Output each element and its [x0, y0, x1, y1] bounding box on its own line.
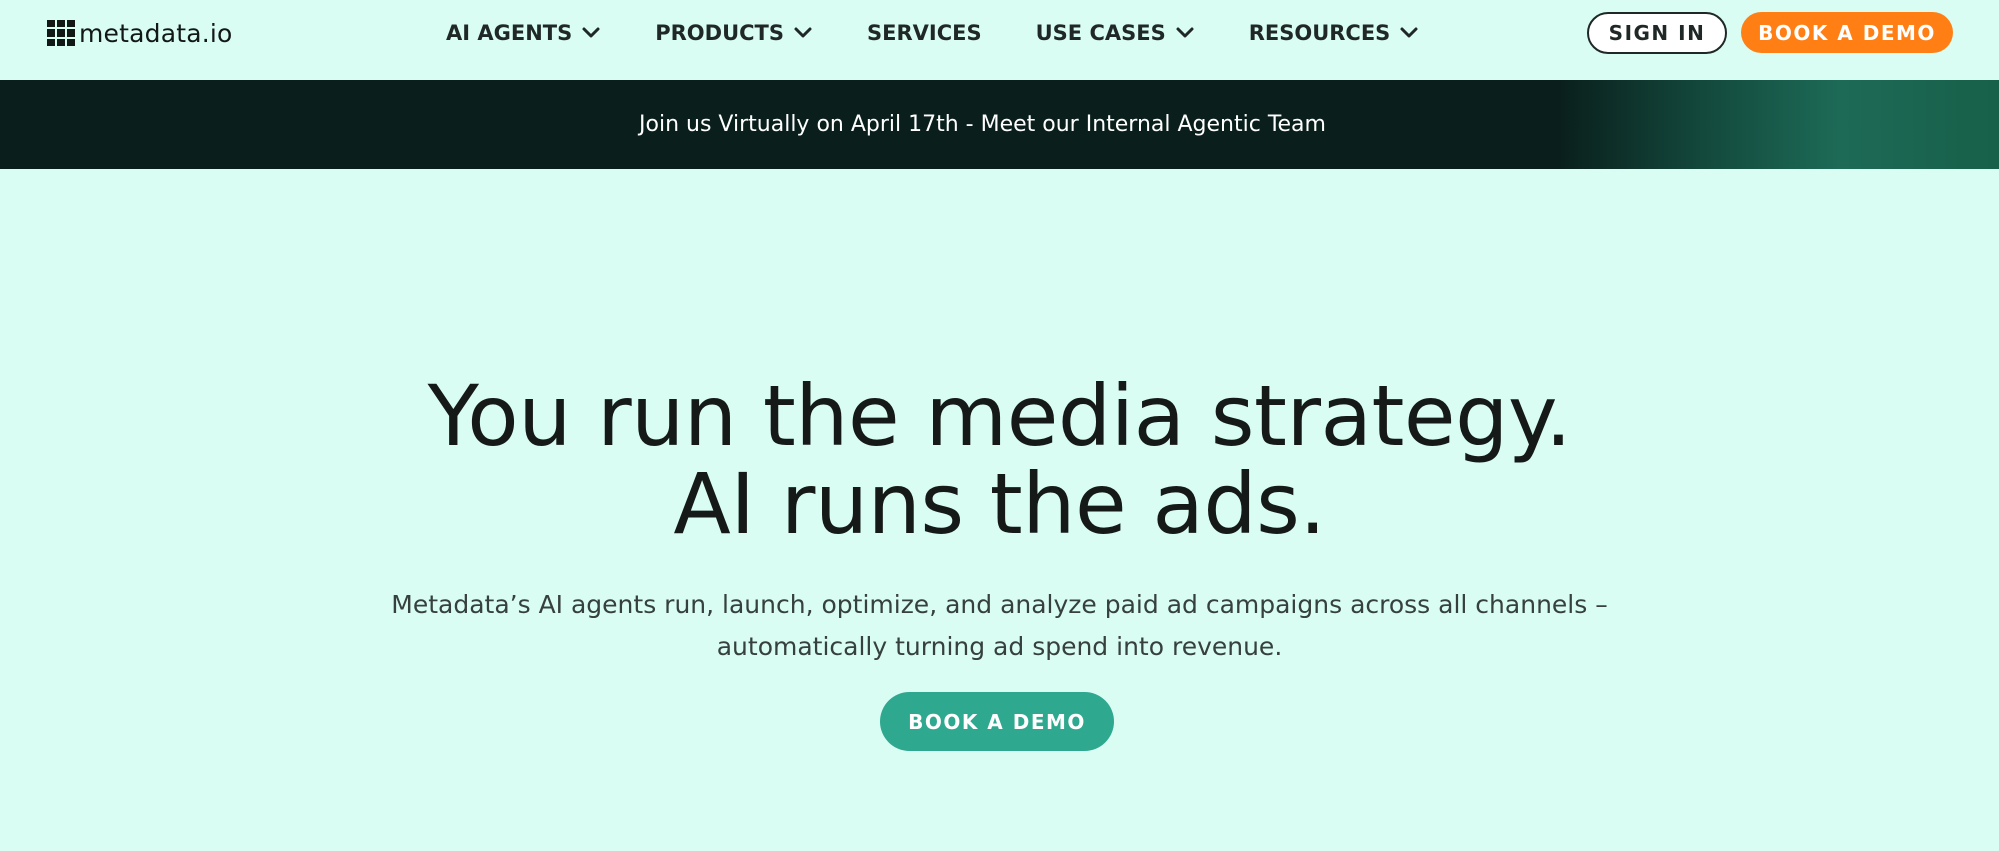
hero-subtitle-line: Metadata’s AI agents run, launch, optimi… — [391, 590, 1608, 619]
hero-title-line: You run the media strategy. — [427, 367, 1572, 465]
hero-subtitle-line: automatically turning ad spend into reve… — [716, 632, 1283, 661]
logo-grid-icon — [47, 19, 75, 47]
nav-item-resources[interactable]: RESOURCES — [1249, 21, 1420, 45]
logo[interactable]: metadata.io — [47, 18, 233, 48]
chevron-down-icon — [581, 26, 601, 40]
chevron-down-icon — [1399, 26, 1419, 40]
sign-in-button[interactable]: SIGN IN — [1587, 12, 1727, 54]
hero-title-line: AI runs the ads. — [673, 455, 1326, 553]
hero-book-demo-button[interactable]: BOOK A DEMO — [880, 692, 1114, 751]
nav-item-label: AI AGENTS — [446, 21, 573, 45]
site-header: metadata.io AI AGENTS PRODUCTS SERVICES … — [0, 0, 1999, 80]
nav-item-services[interactable]: SERVICES — [867, 21, 982, 45]
main-nav: AI AGENTS PRODUCTS SERVICES USE CASES RE… — [446, 18, 1419, 48]
book-demo-button[interactable]: BOOK A DEMO — [1741, 12, 1953, 53]
nav-item-label: PRODUCTS — [655, 21, 785, 45]
nav-item-label: RESOURCES — [1248, 21, 1391, 45]
chevron-down-icon — [1175, 26, 1195, 40]
nav-item-use-cases[interactable]: USE CASES — [1036, 21, 1195, 45]
announcement-text: Join us Virtually on April 17th - Meet o… — [639, 112, 1326, 137]
chevron-down-icon — [793, 26, 813, 40]
hero-title: You run the media strategy. AI runs the … — [0, 372, 1999, 548]
logo-text: metadata.io — [79, 18, 233, 48]
nav-item-products[interactable]: PRODUCTS — [655, 21, 813, 45]
nav-item-ai-agents[interactable]: AI AGENTS — [446, 21, 601, 45]
nav-item-label: SERVICES — [867, 21, 982, 45]
nav-item-label: USE CASES — [1035, 21, 1166, 45]
hero-subtitle: Metadata’s AI agents run, launch, optimi… — [0, 584, 1999, 668]
announcement-banner[interactable]: Join us Virtually on April 17th - Meet o… — [0, 80, 1999, 169]
